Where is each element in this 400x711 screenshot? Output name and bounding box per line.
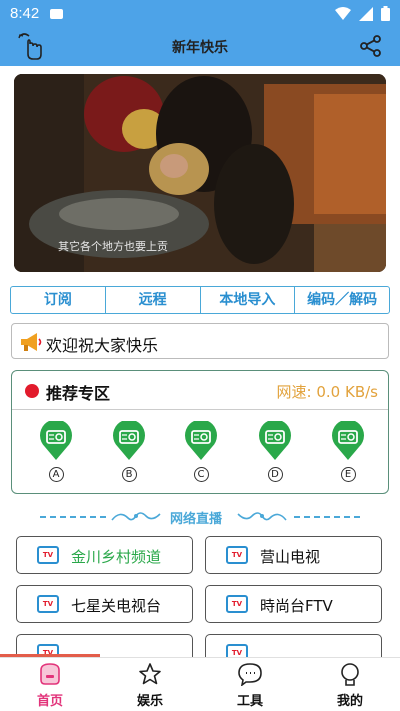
signal-icon: [359, 6, 373, 21]
status-icons: [335, 6, 390, 21]
recommend-channel-d[interactable]: D: [255, 419, 295, 482]
recommend-channel-c[interactable]: C: [181, 419, 221, 482]
notification-icon: [50, 9, 63, 19]
bottom-nav: 首页 娱乐 工具 我的: [0, 657, 400, 711]
live-channel-button[interactable]: TV 营山电视: [205, 536, 382, 574]
nav-label: 工具: [236, 694, 263, 709]
live-channel-button[interactable]: TV 金川乡村频道: [16, 536, 193, 574]
star-icon: [139, 663, 161, 685]
radio-pin-icon: [332, 419, 364, 460]
radio-pin-icon: [40, 419, 72, 460]
nav-home[interactable]: 首页: [0, 658, 100, 711]
video-subtitle: 其它各个地方也要上贡: [58, 240, 168, 253]
recommend-panel: 推荐专区 网速: 0.0 KB/s A B C D E: [11, 370, 389, 494]
notice-text: 欢迎祝大家快乐: [46, 336, 159, 355]
nav-mine[interactable]: 我的: [300, 658, 400, 711]
live-channel-button[interactable]: TV 七星关电视台: [16, 585, 193, 623]
divider: [12, 409, 388, 410]
live-title: 网络直播: [170, 512, 223, 527]
nav-label: 我的: [336, 694, 363, 709]
tv-icon: TV: [226, 595, 248, 613]
ornament-icon: [237, 512, 287, 521]
nav-entertainment[interactable]: 娱乐: [100, 658, 200, 711]
nav-tools[interactable]: 工具: [200, 658, 300, 711]
live-section-header: 网络直播: [0, 506, 400, 528]
channel-letter: E: [340, 467, 356, 482]
app-bar: 新年快乐: [0, 28, 400, 66]
radio-pin-icon: [185, 419, 217, 460]
channel-letter: B: [121, 467, 137, 482]
tab-subscribe[interactable]: 订阅: [11, 287, 106, 313]
status-bar: 8:42: [0, 0, 400, 28]
channel-label: 時尚台FTV: [260, 597, 333, 615]
source-tabs: 订阅 远程 本地导入 编码／解码: [10, 286, 390, 314]
tab-remote[interactable]: 远程: [106, 287, 201, 313]
notice-bar[interactable]: 欢迎祝大家快乐: [11, 323, 389, 359]
user-icon: [341, 663, 359, 686]
tv-icon: TV: [37, 546, 59, 564]
dash-divider: [294, 516, 360, 518]
tab-local-import[interactable]: 本地导入: [201, 287, 296, 313]
tv-icon: TV: [226, 546, 248, 564]
radio-pin-icon: [259, 419, 291, 460]
home-icon: [40, 663, 60, 685]
nav-label: 娱乐: [136, 694, 163, 709]
battery-icon: [381, 6, 390, 21]
ornament-icon: [111, 512, 161, 521]
megaphone-icon: [19, 330, 43, 358]
channel-letter: C: [193, 467, 209, 482]
share-button[interactable]: [360, 35, 382, 61]
recommend-channel-a[interactable]: A: [36, 419, 76, 482]
video-player[interactable]: 其它各个地方也要上贡: [14, 74, 386, 272]
wifi-icon: [335, 6, 351, 20]
recommend-channel-b[interactable]: B: [109, 419, 149, 482]
recommend-channel-e[interactable]: E: [328, 419, 368, 482]
dash-divider: [40, 516, 106, 518]
recommend-title: 推荐专区: [46, 384, 111, 403]
tv-icon: TV: [37, 595, 59, 613]
channel-label: 营山电视: [260, 548, 321, 566]
channel-letter: D: [267, 467, 283, 482]
share-icon: [360, 35, 381, 57]
record-dot-icon: [25, 384, 39, 398]
tab-encode-decode[interactable]: 编码／解码: [295, 287, 389, 313]
channel-letter: A: [48, 467, 64, 482]
channel-label: 金川乡村频道: [71, 548, 162, 566]
radio-pin-icon: [113, 419, 145, 460]
status-time: 8:42: [10, 5, 40, 22]
live-channel-button[interactable]: TV 時尚台FTV: [205, 585, 382, 623]
nav-label: 首页: [36, 694, 63, 709]
chat-icon: [238, 663, 262, 687]
network-speed: 网速: 0.0 KB/s: [276, 383, 378, 401]
app-title: 新年快乐: [172, 40, 228, 56]
channel-label: 七星关电视台: [71, 597, 162, 615]
